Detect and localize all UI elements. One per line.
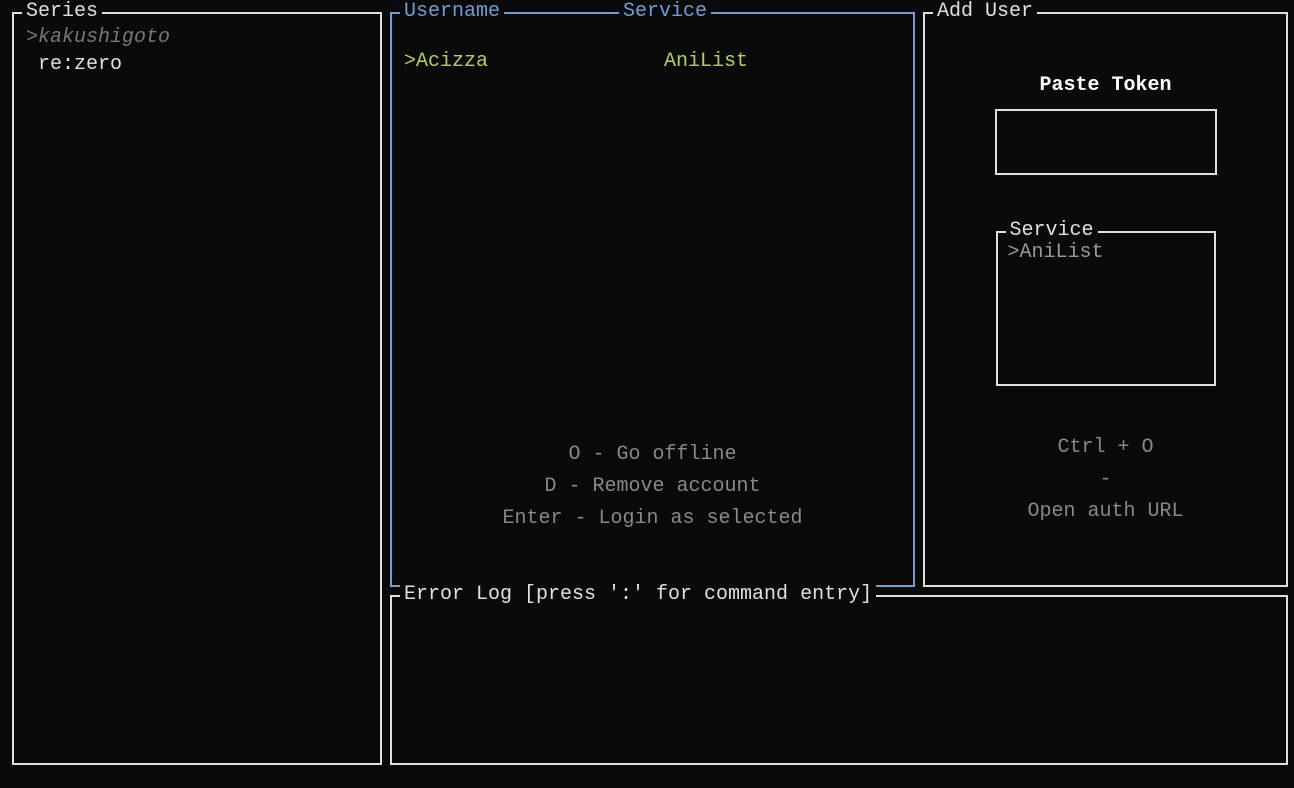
- errorlog-panel[interactable]: Error Log [press ':' for command entry]: [390, 595, 1288, 765]
- hint-openurl: Open auth URL: [1027, 496, 1183, 528]
- user-service: AniList: [664, 50, 748, 73]
- service-select-box: Service >AniList: [996, 231, 1216, 386]
- hint-offline: O - Go offline: [404, 439, 901, 471]
- token-input[interactable]: [995, 109, 1217, 175]
- users-title-row: Username Service: [392, 0, 913, 23]
- token-label: Paste Token: [1039, 74, 1171, 97]
- user-username: >Acizza: [404, 50, 664, 73]
- hint-login: Enter - Login as selected: [404, 503, 901, 535]
- users-hints: O - Go offline D - Remove account Enter …: [404, 439, 901, 535]
- service-header: Service: [619, 0, 711, 23]
- series-title: Series: [22, 0, 102, 23]
- hint-dash: -: [1027, 464, 1183, 496]
- adduser-title: Add User: [933, 0, 1037, 23]
- series-item[interactable]: re:zero: [26, 51, 368, 78]
- service-select-title: Service: [1006, 219, 1098, 242]
- series-item-selected[interactable]: >kakushigoto: [26, 24, 368, 51]
- hint-ctrlo: Ctrl + O: [1027, 432, 1183, 464]
- series-panel: Series >kakushigoto re:zero: [12, 12, 382, 765]
- errorlog-title: Error Log [press ':' for command entry]: [400, 583, 876, 606]
- user-row[interactable]: >Acizza AniList: [404, 48, 901, 75]
- adduser-hints: Ctrl + O - Open auth URL: [1027, 432, 1183, 528]
- hint-remove: D - Remove account: [404, 471, 901, 503]
- users-panel: Username Service >Acizza AniList O - Go …: [390, 12, 915, 587]
- adduser-panel: Add User Paste Token Service >AniList Ct…: [923, 12, 1288, 587]
- service-option[interactable]: >AniList: [1008, 241, 1204, 264]
- username-header: Username: [400, 0, 504, 23]
